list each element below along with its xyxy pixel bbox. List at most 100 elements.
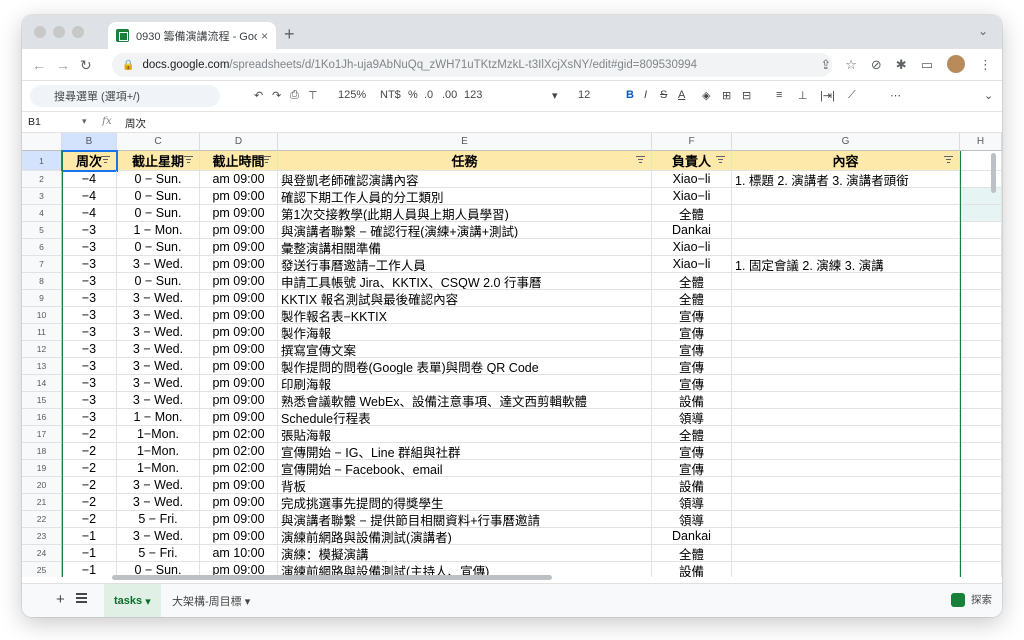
table-cell-task[interactable]: 熟悉會議軟體 WebEx、設備注意事項、達文西剪輯軟體 xyxy=(278,392,652,409)
table-cell-week[interactable]: −3 xyxy=(62,392,117,409)
row-header[interactable]: 11 xyxy=(22,324,62,341)
table-cell-week[interactable]: −2 xyxy=(62,460,117,477)
table-cell-task[interactable]: Schedule行程表 xyxy=(278,409,652,426)
table-cell-time[interactable]: pm 09:00 xyxy=(200,494,278,511)
header-cell-content[interactable]: 內容 xyxy=(732,151,960,171)
table-cell-day[interactable]: 0 − Sun. xyxy=(117,205,200,222)
table-cell-empty[interactable] xyxy=(960,324,1002,341)
table-cell-task[interactable]: 製作提問的問卷(Google 表單)與問卷 QR Code xyxy=(278,358,652,375)
table-cell-owner[interactable]: 宣傳 xyxy=(652,307,732,324)
table-cell-empty[interactable] xyxy=(960,375,1002,392)
zoom-select[interactable]: 125% xyxy=(338,89,366,101)
profile-avatar[interactable] xyxy=(947,55,965,73)
table-cell-time[interactable]: pm 09:00 xyxy=(200,273,278,290)
forward-arrow-icon[interactable]: → xyxy=(56,57,70,73)
table-cell-content[interactable] xyxy=(732,375,960,392)
row-header[interactable]: 17 xyxy=(22,426,62,443)
table-cell-time[interactable]: pm 02:00 xyxy=(200,443,278,460)
filter-icon[interactable] xyxy=(944,156,953,164)
table-cell-time[interactable]: pm 09:00 xyxy=(200,290,278,307)
table-cell-time[interactable]: pm 09:00 xyxy=(200,375,278,392)
table-cell-empty[interactable] xyxy=(960,358,1002,375)
table-cell-task[interactable]: 與演講者聯繫 − 確認行程(演練+演講+測試) xyxy=(278,222,652,239)
table-cell-week[interactable]: −3 xyxy=(62,222,117,239)
table-cell-task[interactable]: 演練前網路與設備測試(演講者) xyxy=(278,528,652,545)
table-cell-owner[interactable]: 全體 xyxy=(652,545,732,562)
percent-button[interactable]: % xyxy=(408,89,418,101)
row-header[interactable]: 20 xyxy=(22,477,62,494)
table-cell-day[interactable]: 1−Mon. xyxy=(117,426,200,443)
table-cell-task[interactable]: KKTIX 報名測試與最後確認內容 xyxy=(278,290,652,307)
column-header-c[interactable]: C xyxy=(117,133,200,151)
table-cell-week[interactable]: −3 xyxy=(62,409,117,426)
row-header[interactable]: 21 xyxy=(22,494,62,511)
row-header[interactable]: 12 xyxy=(22,341,62,358)
table-cell-content[interactable] xyxy=(732,188,960,205)
collapse-toolbar-icon[interactable]: ⌄ xyxy=(984,89,993,102)
row-header[interactable]: 8 xyxy=(22,273,62,290)
table-cell-task[interactable]: 張貼海報 xyxy=(278,426,652,443)
table-cell-time[interactable]: pm 09:00 xyxy=(200,188,278,205)
table-cell-week[interactable]: −3 xyxy=(62,341,117,358)
browser-menu-icon[interactable]: ⋮ xyxy=(979,57,992,73)
table-cell-time[interactable]: pm 09:00 xyxy=(200,307,278,324)
minimize-window-button[interactable] xyxy=(53,26,65,38)
table-cell-content[interactable] xyxy=(732,324,960,341)
table-cell-content[interactable] xyxy=(732,426,960,443)
table-cell-empty[interactable] xyxy=(960,477,1002,494)
table-cell-day[interactable]: 5 − Fri. xyxy=(117,545,200,562)
merge-cells-icon[interactable]: ⊟ xyxy=(742,89,751,102)
table-cell-content[interactable] xyxy=(732,239,960,256)
table-cell-time[interactable]: pm 09:00 xyxy=(200,341,278,358)
sidebar-icon[interactable]: ▭ xyxy=(921,57,933,73)
table-cell-day[interactable]: 0 − Sun. xyxy=(117,171,200,188)
back-arrow-icon[interactable]: ← xyxy=(32,57,46,73)
row-header[interactable]: 3 xyxy=(22,188,62,205)
horizontal-scrollbar[interactable] xyxy=(112,575,552,580)
strikethrough-button[interactable]: S xyxy=(660,89,667,101)
sheet-tab-tasks[interactable]: tasks ▾ xyxy=(104,584,161,617)
decrease-decimal-button[interactable]: .0 xyxy=(424,89,433,101)
table-cell-day[interactable]: 1 − Mon. xyxy=(117,222,200,239)
row-header[interactable]: 10 xyxy=(22,307,62,324)
table-cell-content[interactable] xyxy=(732,205,960,222)
italic-button[interactable]: I xyxy=(644,89,647,101)
table-cell-week[interactable]: −3 xyxy=(62,273,117,290)
table-cell-owner[interactable]: 宣傳 xyxy=(652,460,732,477)
table-cell-week[interactable]: −3 xyxy=(62,290,117,307)
text-wrap-icon[interactable]: |⇥| xyxy=(820,89,835,102)
table-cell-week[interactable]: −3 xyxy=(62,256,117,273)
table-cell-owner[interactable]: 宣傳 xyxy=(652,341,732,358)
filter-icon[interactable] xyxy=(184,156,193,164)
table-cell-content[interactable] xyxy=(732,392,960,409)
row-header[interactable]: 25 xyxy=(22,562,62,577)
borders-icon[interactable]: ⊞ xyxy=(722,89,731,102)
table-cell-week[interactable]: −2 xyxy=(62,477,117,494)
table-cell-day[interactable]: 3 − Wed. xyxy=(117,528,200,545)
table-cell-time[interactable]: pm 09:00 xyxy=(200,222,278,239)
table-cell-time[interactable]: am 10:00 xyxy=(200,545,278,562)
table-cell-week[interactable]: −2 xyxy=(62,443,117,460)
table-cell-content[interactable] xyxy=(732,307,960,324)
table-cell-owner[interactable]: Xiao−li xyxy=(652,256,732,273)
table-cell-owner[interactable]: 全體 xyxy=(652,273,732,290)
table-cell-task[interactable]: 宣傳開始 − IG、Line 群組與社群 xyxy=(278,443,652,460)
table-cell-task[interactable]: 確認下期工作人員的分工類別 xyxy=(278,188,652,205)
table-cell-empty[interactable] xyxy=(960,528,1002,545)
table-cell-owner[interactable]: 設備 xyxy=(652,477,732,494)
row-header[interactable]: 4 xyxy=(22,205,62,222)
table-cell-day[interactable]: 0 − Sun. xyxy=(117,239,200,256)
formula-input[interactable]: 周次 xyxy=(125,116,146,131)
table-cell-time[interactable]: pm 09:00 xyxy=(200,256,278,273)
text-color-button[interactable]: A xyxy=(678,89,685,101)
spreadsheet-grid[interactable]: B C D E F G H 1 周次 截止星期 截止時間 任務 負責人 內容 2 −4 0 − Sun. am 0… xyxy=(22,133,1002,577)
table-cell-week[interactable]: −3 xyxy=(62,375,117,392)
table-cell-day[interactable]: 3 − Wed. xyxy=(117,392,200,409)
table-cell-week[interactable]: −2 xyxy=(62,494,117,511)
table-cell-empty[interactable] xyxy=(960,409,1002,426)
row-header[interactable]: 23 xyxy=(22,528,62,545)
filter-icon[interactable] xyxy=(716,156,725,164)
table-cell-time[interactable]: pm 09:00 xyxy=(200,528,278,545)
table-cell-owner[interactable]: 宣傳 xyxy=(652,324,732,341)
table-cell-time[interactable]: pm 09:00 xyxy=(200,392,278,409)
